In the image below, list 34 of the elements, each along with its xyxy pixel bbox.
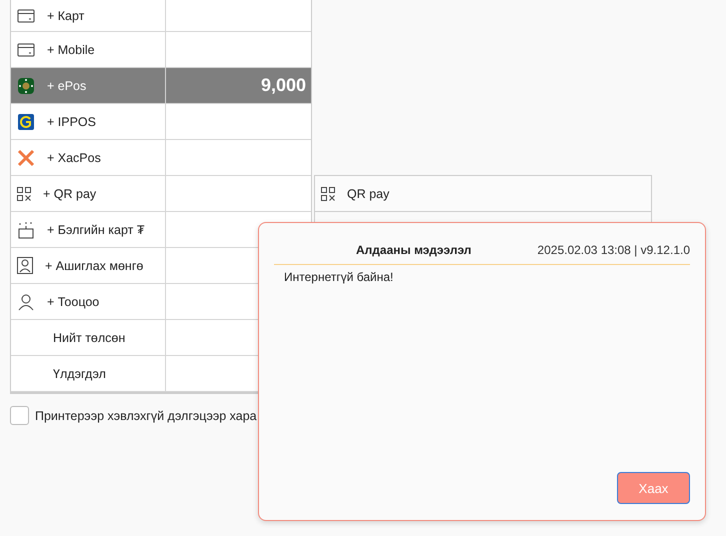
dialog-timestamp: 2025.02.03 13:08 | v9.12.1.0 — [537, 243, 690, 257]
summary-label: Нийт төлсөн — [11, 320, 166, 355]
payment-method-label: + Бэлгийн карт ₮ — [47, 222, 144, 236]
payment-row[interactable]: + Карт — [11, 0, 311, 32]
card-icon — [17, 8, 35, 22]
payment-method-label: + ePos — [47, 78, 86, 92]
option-row[interactable]: QR pay — [314, 175, 652, 212]
amount-cell-text: 9,000 — [260, 74, 307, 97]
payment-row[interactable]: + ePos 9,000 — [11, 68, 311, 104]
card-icon — [17, 42, 35, 56]
gift-box-icon — [17, 220, 35, 238]
payment-row[interactable]: + QR pay — [11, 176, 311, 212]
payment-row[interactable]: + Mobile — [11, 32, 311, 68]
chip-logo-icon — [17, 76, 35, 94]
payment-method-label: + Тооцоо — [47, 294, 100, 308]
person-icon — [17, 292, 35, 310]
payment-method-label: + QR pay — [43, 186, 96, 200]
dialog-title: Алдааны мэдээлэл — [356, 243, 472, 257]
payment-row[interactable]: + IPPOS — [11, 104, 311, 140]
payment-method-label: + Mobile — [47, 42, 95, 56]
payment-method-label: + Карт — [47, 8, 84, 22]
payment-method-label: + IPPOS — [47, 114, 96, 128]
option-label: QR pay — [347, 186, 390, 200]
qr-code-icon — [321, 186, 335, 200]
letter-logo-icon — [17, 112, 35, 130]
id-badge-icon — [17, 257, 33, 274]
cross-logo-icon — [17, 148, 35, 166]
checkbox-label: Принтерээр хэвлэхгүй дэлгэцээр хара — [35, 408, 257, 422]
qr-code-icon — [17, 186, 31, 200]
checkbox[interactable] — [10, 406, 29, 425]
payment-method-label: + Ашиглах мөнгө — [45, 258, 144, 272]
payment-method-label: + XacPos — [47, 150, 101, 164]
summary-label: Үлдэгдэл — [11, 356, 166, 391]
payment-row[interactable]: + XacPos — [11, 140, 311, 176]
